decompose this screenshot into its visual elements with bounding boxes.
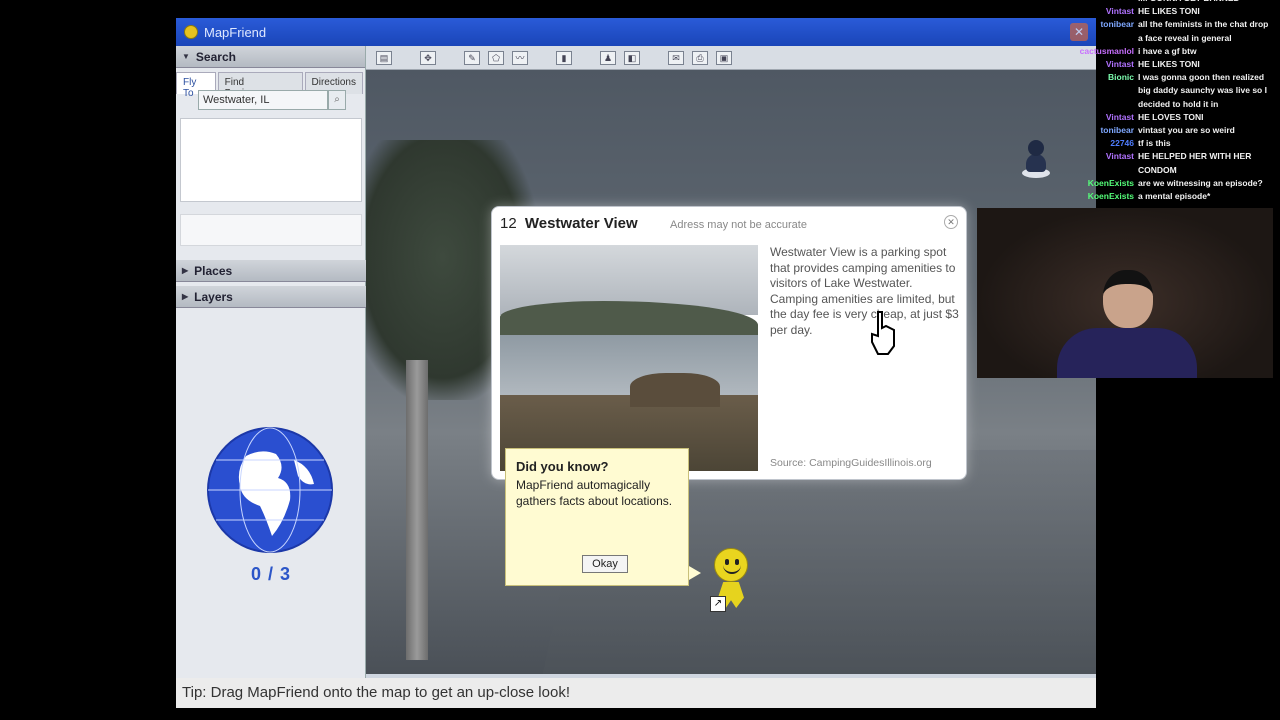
chat-message: 22746 tf is this <box>1040 137 1280 150</box>
email-icon[interactable]: ✉ <box>668 50 684 65</box>
layers-panel-header[interactable]: ▶ Layers <box>176 286 366 308</box>
chat-username[interactable]: Vintast <box>1040 58 1138 71</box>
chat-message: tonibear all the feminists in the chat dr… <box>1040 18 1280 44</box>
window-title: MapFriend <box>204 24 267 40</box>
places-header-label: Places <box>194 263 233 278</box>
map-toolbar: ▤ ✥ ✎ ⬠ 〰 ▮ ♟ ◧ ✉ ⎙ ▣ <box>366 46 1096 70</box>
chat-message: cactusmanlol i have a gf btw <box>1040 45 1280 58</box>
location-description: Westwater View is a parking spot that pr… <box>770 245 959 337</box>
webcam-feed <box>977 208 1273 378</box>
street-view-icon[interactable]: ♟ <box>600 50 616 65</box>
search-panel-header[interactable]: ▼ Search <box>176 46 365 68</box>
game-window: MapFriend ✕ ▼ Search Fly To Find Busines… <box>176 18 1096 708</box>
chat-text: vintast you are so weird <box>1138 125 1235 136</box>
bubble-tail <box>689 566 701 580</box>
chat-message: Vintast HE LIKES TONI <box>1040 5 1280 18</box>
chat-username[interactable]: cactusmanlol <box>1040 45 1138 58</box>
chat-text: HE LOVES TONI <box>1138 111 1204 122</box>
expand-arrow-icon: ▶ <box>182 266 189 275</box>
chat-username[interactable]: Vintast <box>1040 150 1138 176</box>
sidebar-toggle-icon[interactable]: ▤ <box>376 50 392 65</box>
print-icon[interactable]: ⎙ <box>692 50 708 65</box>
save-image-icon[interactable]: ▣ <box>716 50 732 65</box>
ruler-icon[interactable]: ▮ <box>556 50 572 65</box>
chat-text: are we witnessing an episode? <box>1138 177 1263 188</box>
chat-username[interactable]: Vintast <box>1040 5 1138 18</box>
sidebar: ▼ Search Fly To Find Businesses Directio… <box>176 46 366 696</box>
chat-username[interactable]: Bionic <box>1040 71 1138 111</box>
tree-trunk <box>406 360 428 660</box>
bubble-body: MapFriend automagically gathers facts ab… <box>516 478 673 508</box>
okay-button[interactable]: Okay <box>582 555 628 573</box>
path-tool-icon[interactable]: 〰 <box>512 50 528 65</box>
info-title: 12 Westwater View <box>500 215 638 232</box>
layers-tool-icon[interactable]: ◧ <box>624 50 640 65</box>
chat-message: Bionic I was gonna goon then realized big… <box>1040 71 1280 111</box>
chat-message: KoenExists are we witnessing an episode? <box>1040 177 1280 190</box>
progress-counter: 0 / 3 <box>250 564 292 584</box>
polygon-tool-icon[interactable]: ⬠ <box>488 50 504 65</box>
placemark-tool-icon[interactable]: ✎ <box>464 50 480 65</box>
bubble-heading: Did you know? <box>516 459 609 474</box>
search-magnifier-icon[interactable]: ⌕ <box>328 90 346 110</box>
chat-message: Vintast HE HELPED HER WITH HER CONDOM <box>1040 150 1280 176</box>
streamer <box>1057 270 1197 378</box>
chat-message: KoenExists a mental episode* <box>1040 190 1280 203</box>
search-box <box>180 118 362 202</box>
chat-username[interactable]: Vintast <box>1040 111 1138 124</box>
chat-text: HE LIKES TONI <box>1138 6 1200 17</box>
hand-cursor-icon <box>871 311 895 355</box>
globe-icon <box>207 427 333 553</box>
places-panel-header[interactable]: ▶ Places <box>176 260 366 282</box>
chat-text: a mental episode* <box>1138 191 1211 202</box>
chat-username[interactable]: KoenExists <box>1040 177 1138 190</box>
chat-text: I was gonna goon then realized big daddy… <box>1138 72 1267 109</box>
mapfriend-logo-icon <box>184 25 198 39</box>
location-photo <box>500 245 758 471</box>
layers-header-label: Layers <box>194 289 233 304</box>
pan-tool-icon[interactable]: ✥ <box>420 50 436 65</box>
chat-message: tonibear vintast you are so weird <box>1040 124 1280 137</box>
search-input[interactable] <box>198 90 328 110</box>
chat-text: HE LIKES TONI <box>1138 59 1200 70</box>
chat-message: Vintast HE LIKES TONI <box>1040 58 1280 71</box>
collapse-arrow-icon: ▼ <box>182 52 190 61</box>
location-name: Westwater View <box>524 215 638 232</box>
close-icon[interactable]: ✕ <box>944 215 958 229</box>
chat-text: HE HELPED HER WITH HER CONDOM <box>1138 151 1252 175</box>
chat-username[interactable]: tonibear <box>1040 124 1138 137</box>
search-header-label: Search <box>195 49 236 64</box>
expand-arrow-icon: ▶ <box>182 292 189 301</box>
shortcut-arrow-icon: ↗ <box>710 596 726 612</box>
location-number: 12 <box>500 215 517 232</box>
chat-username[interactable]: tonibear <box>1040 18 1138 44</box>
chat-username[interactable]: KoenExists <box>1040 190 1138 203</box>
chat-text: tf is this <box>1138 138 1171 149</box>
chat-text: all the feminists in the chat drop a fac… <box>1138 19 1269 43</box>
address-note: Adress may not be accurate <box>670 219 807 231</box>
chat-text: i have a gf btw <box>1138 45 1197 56</box>
did-you-know-bubble: Did you know? MapFriend automagically ga… <box>505 448 689 586</box>
title-bar: MapFriend ✕ <box>176 18 1096 46</box>
status-bar: Tip: Drag MapFriend onto the map to get … <box>176 678 1096 708</box>
stream-chat: IM GONNA GET BANNEDVintastHE LIKES TONIt… <box>1040 0 1280 203</box>
chat-message: Vintast HE LOVES TONI <box>1040 111 1280 124</box>
chat-username[interactable]: 22746 <box>1040 137 1138 150</box>
results-box <box>180 214 362 246</box>
source-credit[interactable]: Source: CampingGuidesIllinois.org <box>770 457 932 469</box>
